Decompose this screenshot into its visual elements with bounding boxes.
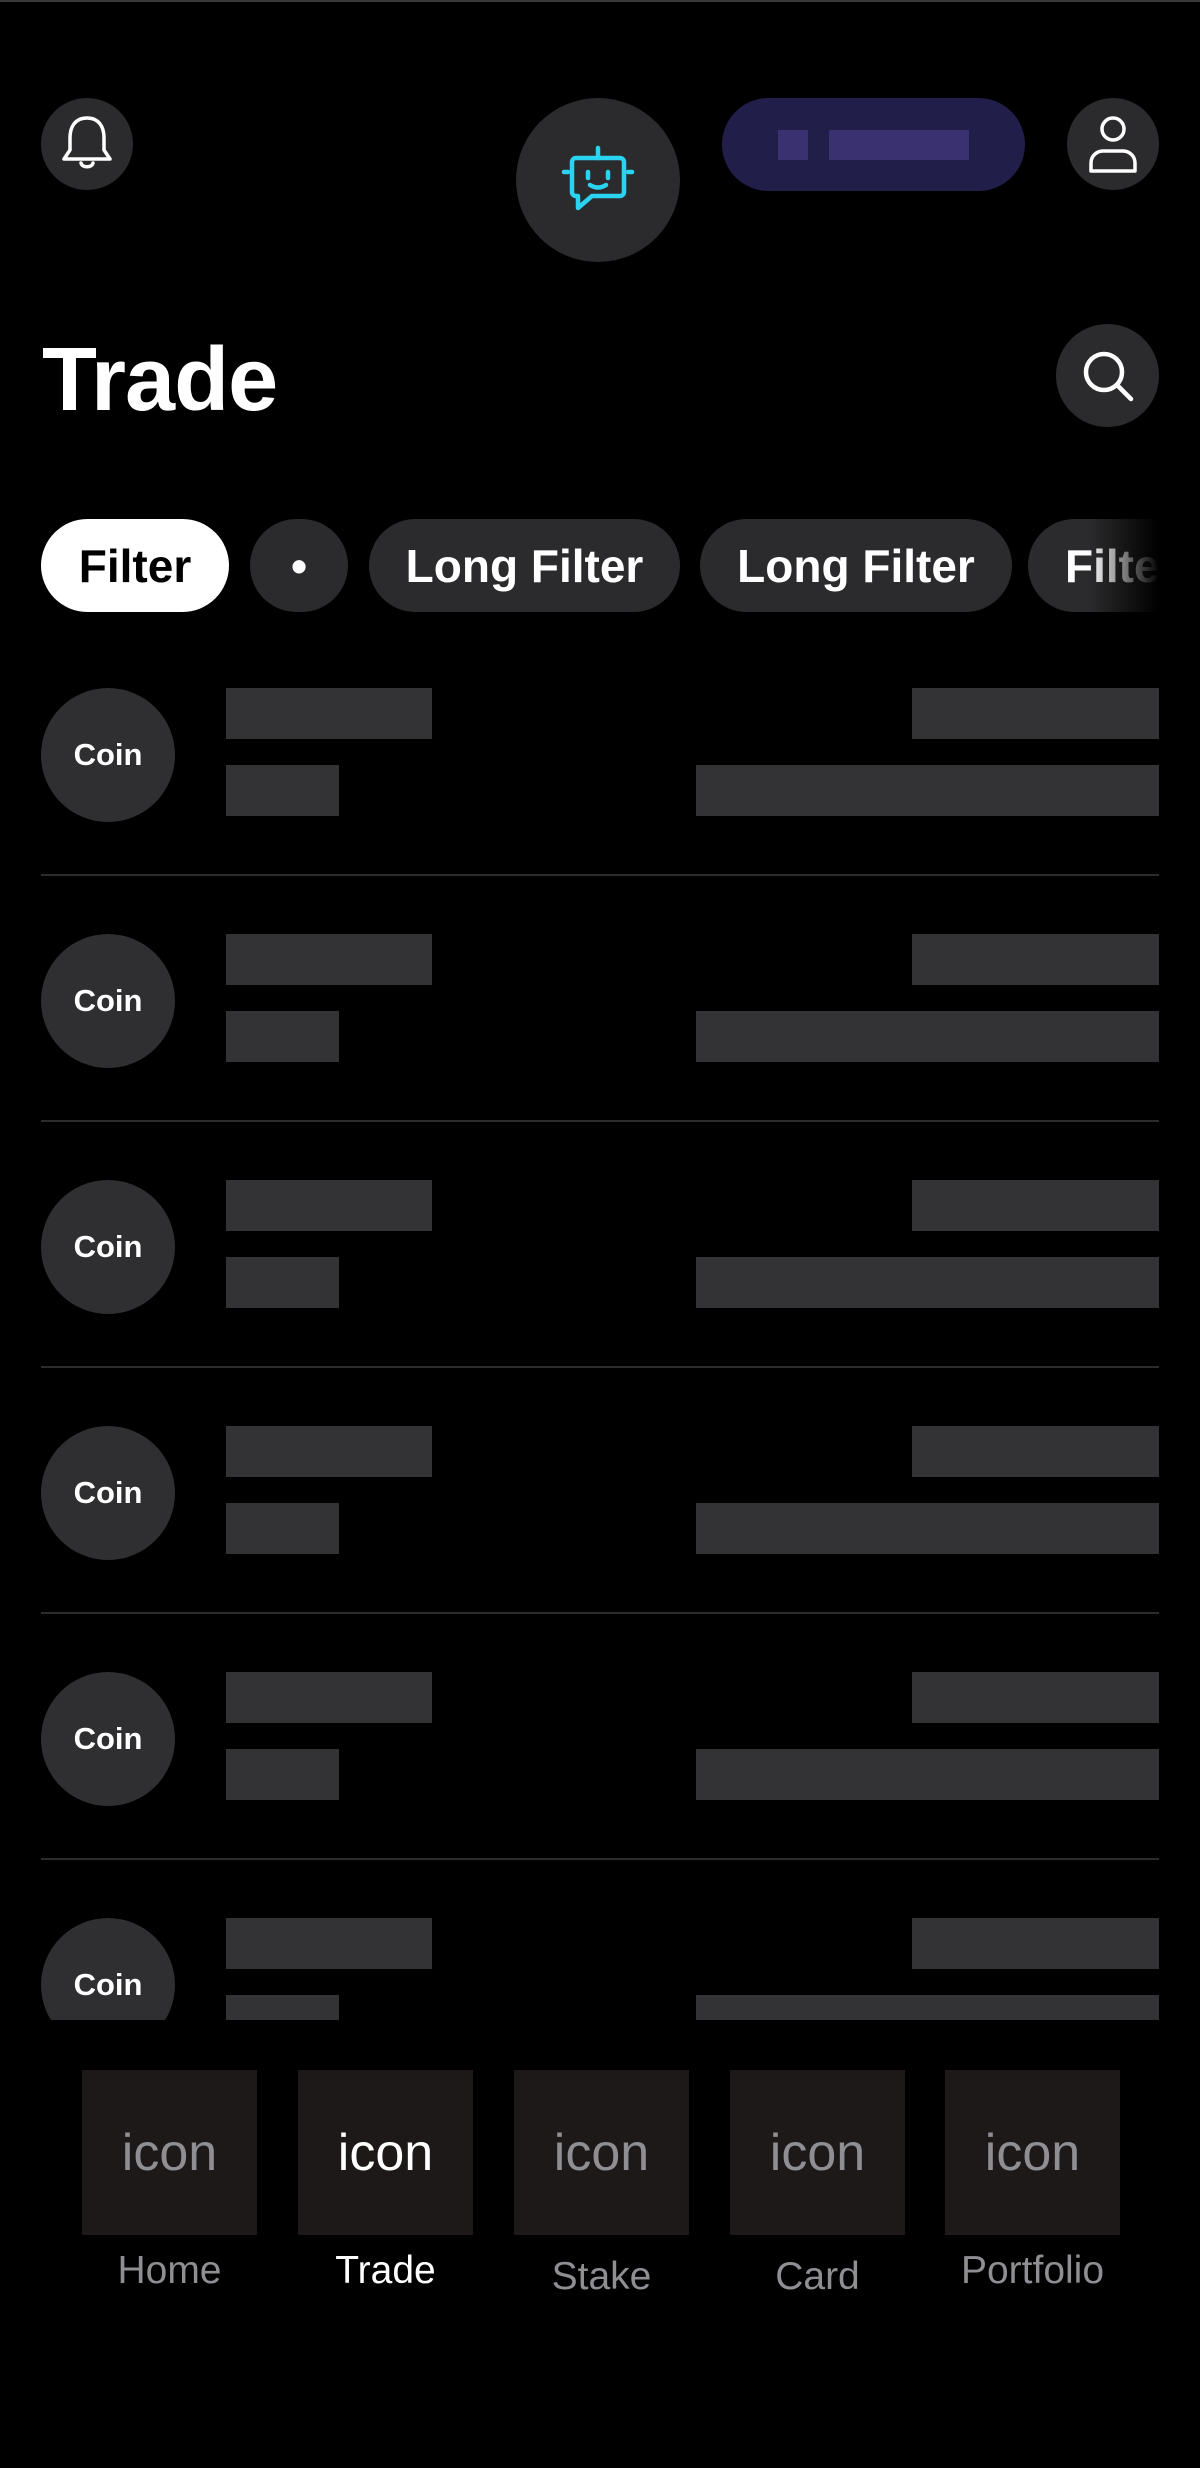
search-icon: [1083, 351, 1133, 401]
search-button[interactable]: [1056, 324, 1159, 427]
coin-avatar: Coin: [41, 934, 175, 1068]
page-title: Trade: [42, 330, 278, 430]
skeleton-name: [226, 934, 432, 985]
home-icon: icon: [82, 2070, 257, 2235]
skeleton-symbol: [226, 1995, 339, 2020]
list-item[interactable]: Coin: [0, 1156, 1200, 1402]
chat-bot-icon: [561, 145, 635, 211]
tab-label: Portfolio: [960, 2249, 1105, 2292]
trade-icon: icon: [298, 2070, 473, 2235]
status-divider: [0, 0, 1200, 2]
card-icon: icon: [730, 2070, 905, 2235]
coin-avatar: Coin: [41, 688, 175, 822]
profile-button[interactable]: [1067, 98, 1159, 190]
filter-chip-dot[interactable]: •: [250, 519, 348, 612]
filter-chip[interactable]: Long Filter: [700, 519, 1012, 612]
tab-label: Stake: [551, 2255, 652, 2298]
coin-avatar: Coin: [41, 1672, 175, 1806]
divider: [41, 1120, 1159, 1122]
list-item[interactable]: Coin: [0, 664, 1200, 910]
skeleton-price: [912, 934, 1159, 985]
list-item[interactable]: Coin: [0, 910, 1200, 1156]
filter-chip[interactable]: Filter: [41, 519, 229, 612]
tab-label: Home: [117, 2249, 222, 2292]
divider: [41, 1858, 1159, 1860]
tab-card[interactable]: icon Card: [730, 2070, 905, 2299]
skeleton-price: [912, 1672, 1159, 1723]
skeleton-symbol: [226, 1503, 339, 1554]
list-item[interactable]: Coin: [0, 1894, 1200, 2020]
portfolio-icon: icon: [945, 2070, 1120, 2235]
skeleton-name: [226, 1426, 432, 1477]
skeleton-symbol: [226, 1257, 339, 1308]
skeleton-symbol: [226, 1011, 339, 1062]
skeleton-symbol: [226, 1749, 339, 1800]
list-item[interactable]: Coin: [0, 1402, 1200, 1648]
divider: [41, 874, 1159, 876]
filter-chips: Filter • Long Filter Long Filter Filter: [41, 519, 1159, 613]
coin-avatar: Coin: [41, 1918, 175, 2020]
user-icon: [1089, 116, 1137, 173]
skeleton-name: [226, 1180, 432, 1231]
divider: [41, 1366, 1159, 1368]
skeleton-name: [226, 1672, 432, 1723]
skeleton-price: [912, 688, 1159, 739]
tab-trade[interactable]: icon Trade: [298, 2070, 473, 2293]
list-item[interactable]: Coin: [0, 1648, 1200, 1894]
tab-label: Card: [775, 2255, 860, 2298]
divider: [41, 1612, 1159, 1614]
skeleton-change: [696, 1995, 1159, 2020]
filter-chip[interactable]: Filter: [1028, 519, 1159, 612]
stake-icon: icon: [514, 2070, 689, 2235]
skeleton-name: [226, 1918, 432, 1969]
notifications-button[interactable]: [41, 98, 133, 190]
tab-home[interactable]: icon Home: [82, 2070, 257, 2293]
tab-portfolio[interactable]: icon Portfolio: [945, 2070, 1120, 2293]
coin-list: Coin Coin Coin Coin Coin Coin: [0, 640, 1200, 2020]
promo-pill[interactable]: [722, 98, 1025, 191]
skeleton-name: [226, 688, 432, 739]
skeleton-price: [912, 1426, 1159, 1477]
coin-avatar: Coin: [41, 1426, 175, 1560]
skeleton-price: [912, 1180, 1159, 1231]
skeleton-change: [696, 765, 1159, 816]
promo-placeholder-text: [829, 130, 969, 160]
skeleton-symbol: [226, 765, 339, 816]
skeleton-change: [696, 1011, 1159, 1062]
skeleton-price: [912, 1918, 1159, 1969]
skeleton-change: [696, 1503, 1159, 1554]
tab-label: Trade: [335, 2249, 436, 2292]
promo-placeholder-block: [778, 130, 808, 160]
bell-icon: [62, 116, 112, 169]
tab-stake[interactable]: icon Stake: [514, 2070, 689, 2299]
skeleton-change: [696, 1749, 1159, 1800]
assistant-button[interactable]: [516, 98, 680, 262]
bottom-tab-bar: icon Home icon Trade icon Stake icon Car…: [0, 2070, 1200, 2330]
filter-chip[interactable]: Long Filter: [369, 519, 680, 612]
skeleton-change: [696, 1257, 1159, 1308]
coin-avatar: Coin: [41, 1180, 175, 1314]
